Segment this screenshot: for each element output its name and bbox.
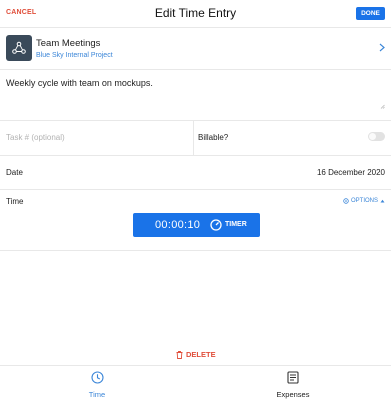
toggle-knob <box>369 133 376 140</box>
team-icon <box>6 35 32 61</box>
divider <box>0 189 391 190</box>
divider <box>0 250 391 251</box>
settings-icon <box>343 198 349 204</box>
caret-up-icon <box>380 199 385 203</box>
resize-handle-icon[interactable] <box>380 104 385 109</box>
divider <box>0 27 391 28</box>
options-button[interactable]: OPTIONS <box>343 198 385 204</box>
divider <box>0 69 391 70</box>
tab-expenses[interactable]: Expenses <box>253 371 333 399</box>
clock-icon <box>90 371 104 384</box>
tab-time[interactable]: Time <box>57 371 137 399</box>
project-client: Blue Sky Internal Project <box>36 52 113 59</box>
done-button[interactable]: DONE <box>356 7 385 20</box>
notes-textarea[interactable]: Weekly cycle with team on mockups. <box>6 78 153 88</box>
divider <box>0 120 391 121</box>
header-bar: CANCEL Edit Time Entry DONE <box>0 0 391 27</box>
delete-button[interactable]: DELETE <box>176 350 216 359</box>
tab-expenses-label: Expenses <box>276 390 310 399</box>
chevron-right-icon <box>379 43 385 52</box>
project-selector[interactable]: Team Meetings Blue Sky Internal Project <box>0 32 391 66</box>
billable-toggle[interactable] <box>368 132 385 141</box>
date-value[interactable]: 16 December 2020 <box>317 168 385 177</box>
divider <box>0 155 391 156</box>
timer-value: 00:00:10 <box>155 219 201 231</box>
date-label: Date <box>6 168 23 177</box>
divider <box>193 120 194 155</box>
timer-label: TIMER <box>225 221 247 228</box>
task-field[interactable]: Task # (optional) <box>6 133 65 142</box>
project-name: Team Meetings <box>36 38 101 49</box>
options-label: OPTIONS <box>350 198 378 204</box>
page-title: Edit Time Entry <box>154 6 237 20</box>
tab-bar: Time Expenses <box>0 365 391 400</box>
billable-label: Billable? <box>198 133 229 142</box>
delete-label: DELETE <box>186 350 216 359</box>
tab-time-label: Time <box>88 390 106 399</box>
trash-icon <box>176 350 183 359</box>
stopwatch-icon <box>210 219 222 231</box>
timer-button[interactable]: 00:00:10 TIMER <box>133 213 260 237</box>
time-label: Time <box>6 197 24 206</box>
receipt-icon <box>287 371 299 384</box>
